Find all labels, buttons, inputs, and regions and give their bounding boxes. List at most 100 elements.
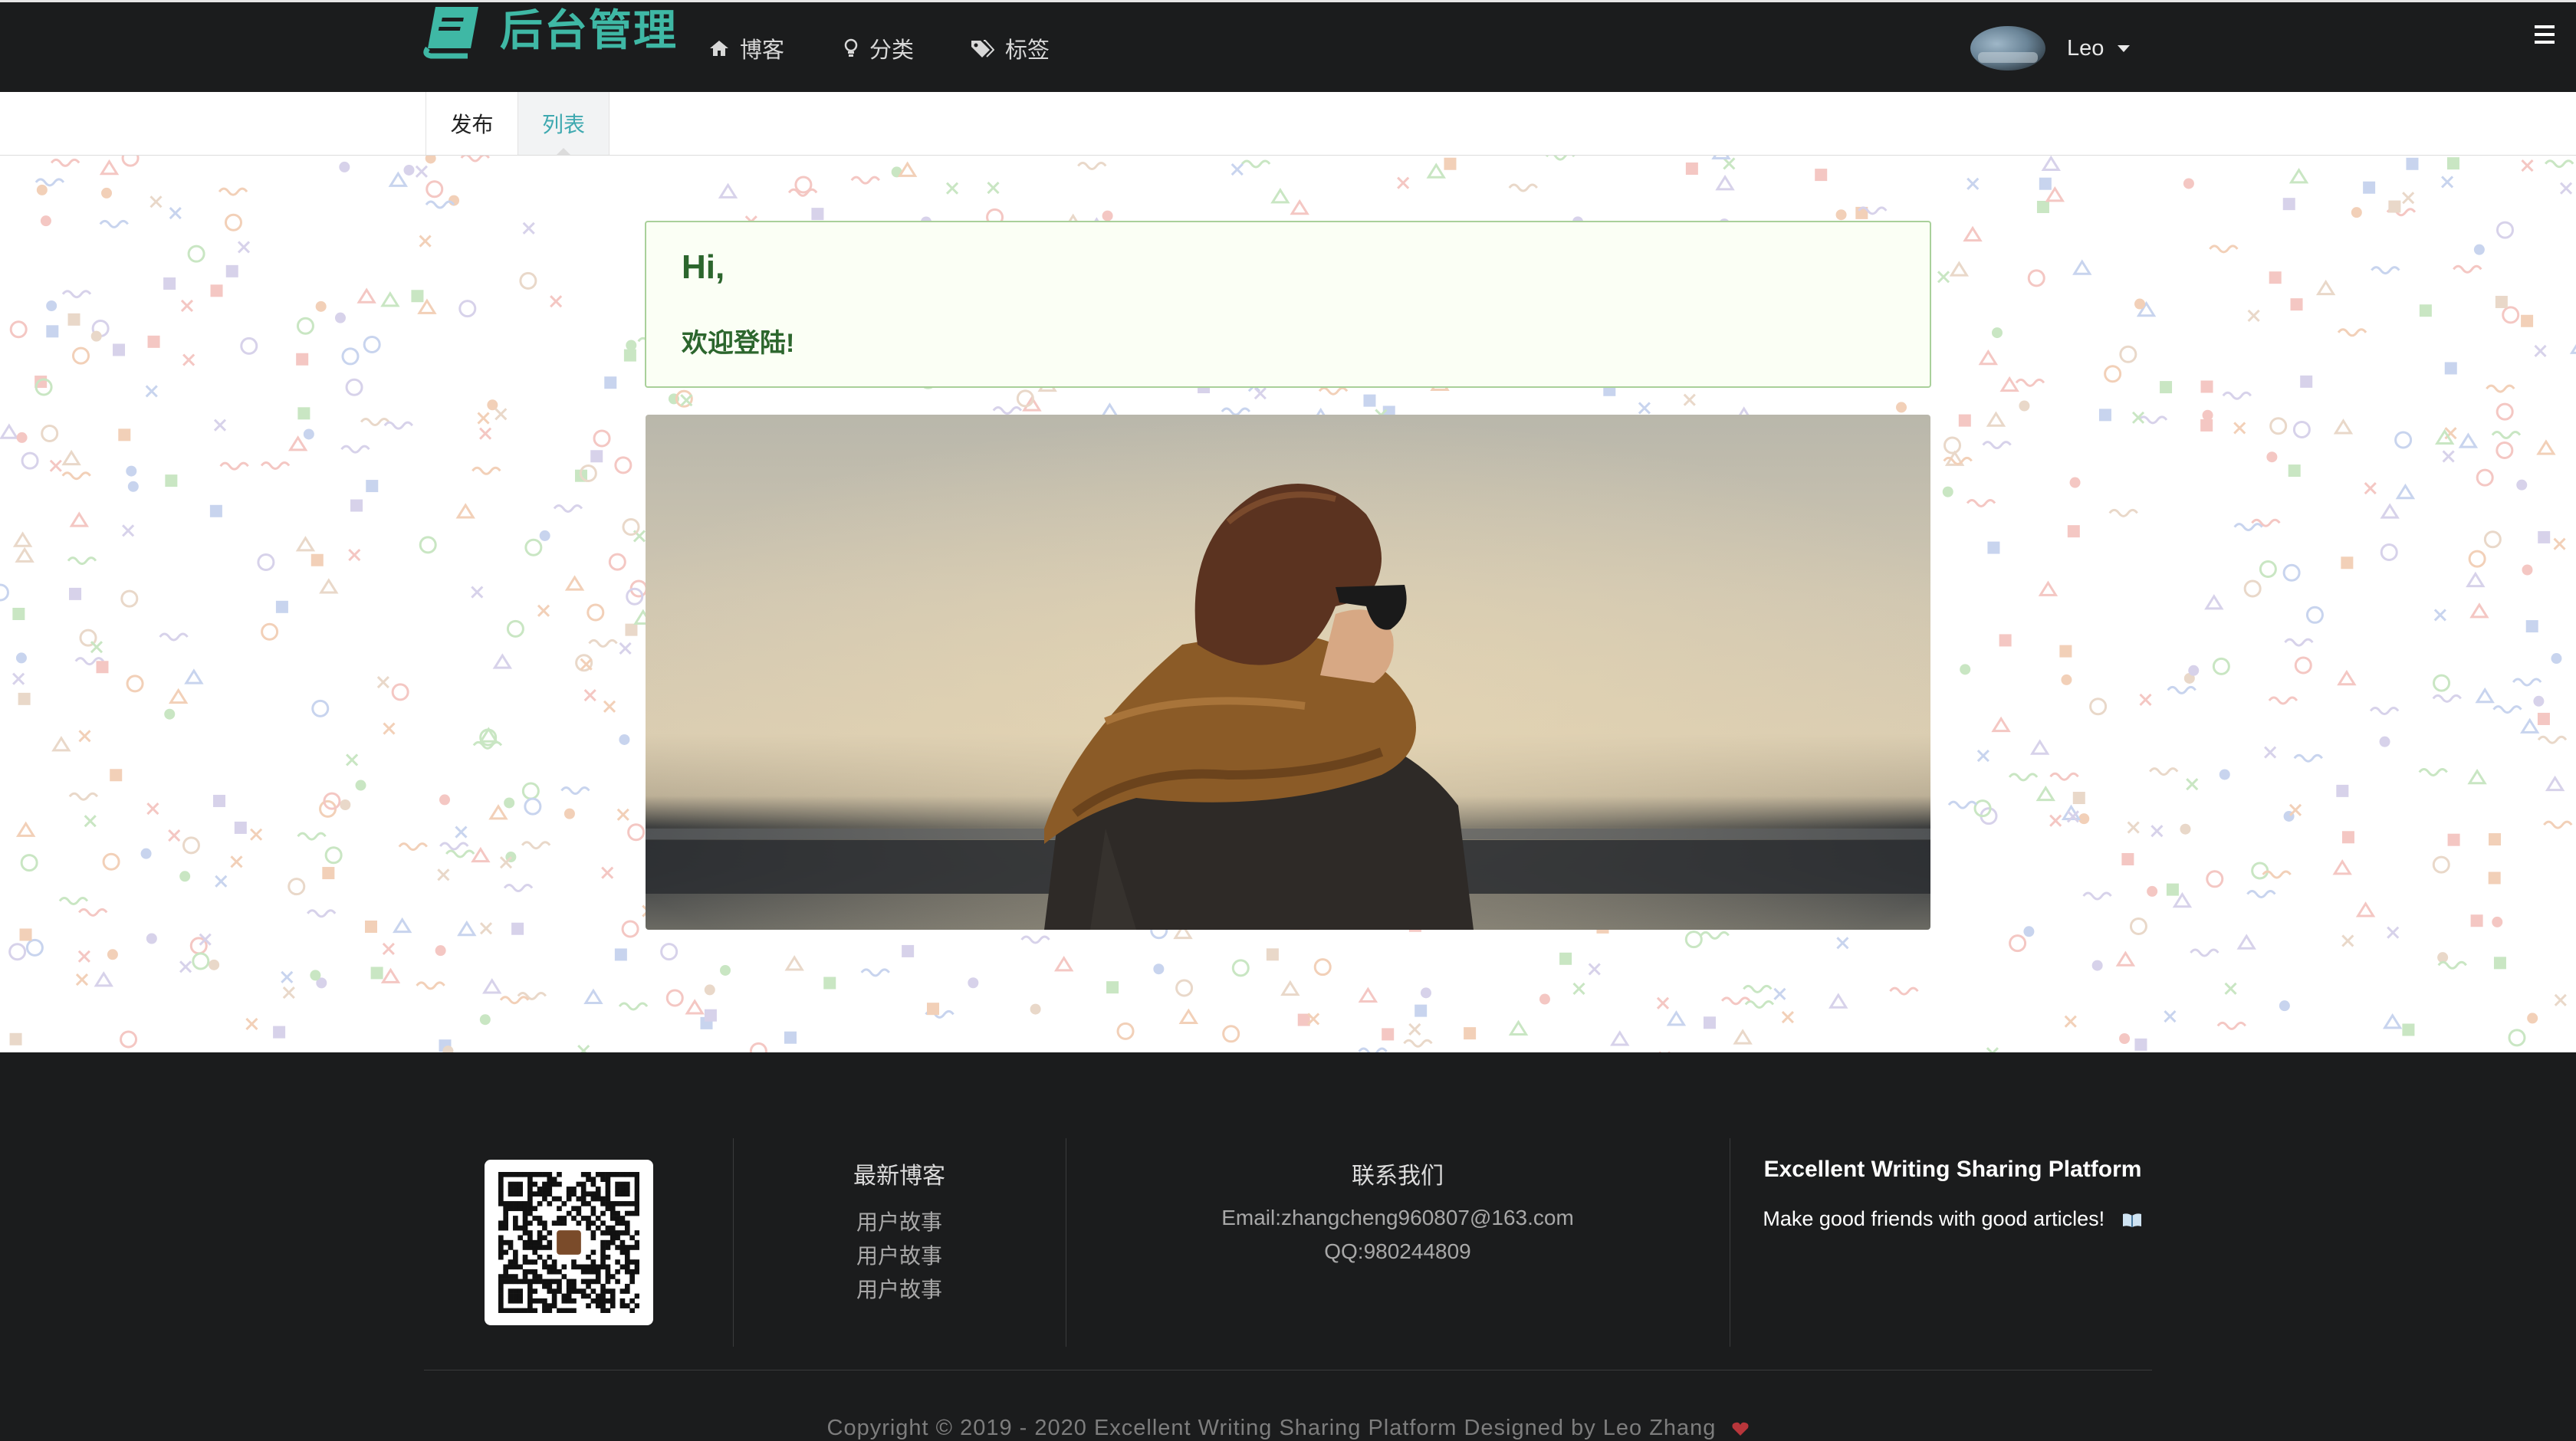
pattern-shape — [1230, 163, 1244, 176]
pattern-shape — [479, 922, 493, 935]
qr-module — [498, 1298, 504, 1304]
pattern-shape — [616, 808, 629, 821]
pattern-shape — [1991, 716, 2011, 733]
pattern-shape — [340, 799, 351, 811]
pattern-shape — [2508, 1029, 2526, 1047]
qr-module — [547, 1230, 553, 1236]
pattern-shape — [2206, 870, 2224, 888]
qr-module — [503, 1308, 508, 1313]
qr-module — [557, 1181, 562, 1187]
pattern-shape — [307, 909, 337, 918]
qr-module — [595, 1196, 601, 1202]
pattern-shape — [1559, 952, 1572, 965]
pattern-shape — [295, 536, 316, 552]
pattern-shape — [1947, 800, 1978, 809]
qr-module — [605, 1201, 611, 1206]
pattern-shape — [2127, 821, 2140, 834]
qr-module — [571, 1279, 577, 1285]
pattern-shape — [2290, 298, 2303, 311]
pattern-shape — [811, 208, 824, 221]
qr-module — [551, 1293, 557, 1299]
hamburger-icon[interactable] — [2535, 25, 2555, 48]
pattern-shape — [1715, 175, 1735, 191]
qr-logo — [557, 1230, 581, 1255]
pattern-shape — [2268, 696, 2298, 705]
pattern-shape — [1414, 1004, 1428, 1017]
qr-module — [605, 1191, 611, 1197]
brand[interactable]: 后台管理 — [422, 2, 678, 60]
pattern-shape — [601, 866, 614, 879]
pattern-shape — [1638, 402, 1651, 415]
qr-module — [619, 1181, 626, 1187]
nav-item-tags[interactable]: 标签 — [970, 28, 1050, 68]
qr-module — [600, 1254, 606, 1260]
pattern-shape — [1382, 1028, 1395, 1041]
qr-module — [610, 1274, 616, 1279]
home-icon — [709, 39, 729, 57]
recent-blog-link[interactable]: 用户故事 — [733, 1239, 1066, 1270]
user-name: Leo — [2067, 35, 2104, 61]
nav-item-label: 分类 — [869, 38, 915, 63]
qr-module — [513, 1172, 518, 1177]
pattern-shape — [288, 878, 306, 896]
nav-item-blog[interactable]: 博客 — [709, 28, 784, 68]
pattern-shape — [472, 466, 501, 475]
qr-module — [634, 1187, 639, 1192]
qr-module — [629, 1210, 635, 1216]
pattern-shape — [215, 875, 228, 888]
recent-blog-link[interactable]: 用户故事 — [733, 1273, 1066, 1304]
pattern-shape — [147, 335, 160, 348]
pattern-shape — [341, 347, 360, 366]
pattern-shape — [75, 973, 89, 986]
qr-module — [624, 1210, 630, 1216]
pattern-shape — [2134, 298, 2146, 310]
pattern-shape — [457, 920, 477, 937]
pattern-shape — [2164, 1009, 2177, 1023]
qr-module — [600, 1249, 606, 1256]
qr-module — [590, 1181, 596, 1187]
qr-module — [498, 1254, 504, 1260]
qr-module — [557, 1220, 562, 1226]
pattern-shape — [495, 408, 508, 421]
qr-module — [547, 1201, 553, 1206]
qr-module — [576, 1210, 582, 1216]
qr-module — [629, 1172, 635, 1177]
nav-item-category[interactable]: 分类 — [843, 28, 914, 68]
qr-module — [624, 1191, 630, 1197]
qr-module — [580, 1187, 586, 1192]
qr-module — [547, 1172, 553, 1177]
active-tab-indicator — [556, 148, 571, 156]
qr-module — [586, 1254, 591, 1260]
qr-module — [590, 1249, 596, 1256]
qr-module — [605, 1239, 611, 1246]
qr-module — [503, 1225, 508, 1231]
pattern-shape — [213, 419, 227, 432]
pattern-shape — [479, 427, 492, 440]
pattern-shape — [20, 854, 38, 872]
person-photo — [646, 415, 1930, 930]
pattern-shape — [15, 652, 27, 664]
pattern-shape — [2466, 571, 2486, 588]
pattern-shape — [2492, 916, 2503, 927]
pattern-shape — [257, 553, 275, 572]
recent-blog-link[interactable]: 用户故事 — [733, 1206, 1066, 1236]
qr-module — [566, 1308, 572, 1313]
qr-module — [595, 1187, 601, 1192]
qr-module — [590, 1235, 596, 1241]
qr-module — [580, 1181, 586, 1187]
pattern-shape — [1978, 349, 1999, 366]
tab-publish[interactable]: 发布 — [426, 92, 518, 155]
pattern-shape — [784, 955, 804, 971]
qr-module — [615, 1201, 620, 1206]
pattern-shape — [1982, 441, 2012, 450]
qr-module — [595, 1216, 601, 1221]
qr-module — [508, 1206, 514, 1212]
pattern-shape — [1987, 541, 2000, 554]
pattern-shape — [593, 429, 611, 448]
qr-module — [634, 1196, 639, 1202]
pattern-shape — [120, 1030, 138, 1049]
pattern-shape — [1358, 986, 1378, 1003]
user-menu[interactable]: Leo — [1970, 25, 2131, 71]
qr-module — [522, 1201, 528, 1206]
tab-list[interactable]: 列表 — [518, 92, 610, 156]
